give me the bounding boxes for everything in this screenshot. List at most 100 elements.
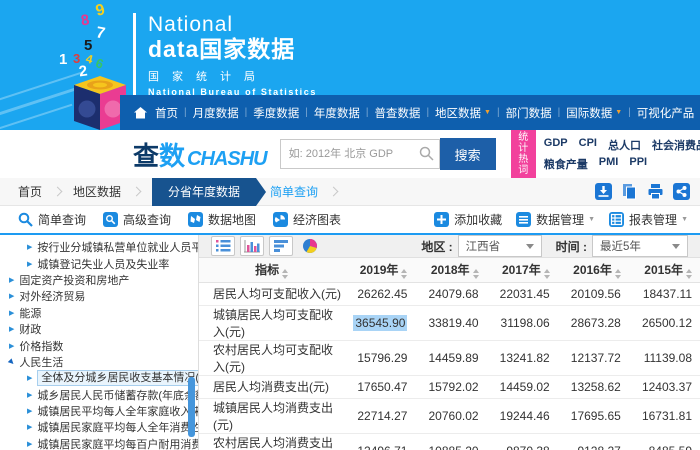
indicator-cell: 城镇居民人均可支配收入(元) (199, 305, 344, 340)
report-management-label: 报表管理 (629, 211, 677, 228)
tree-item[interactable]: ▶城镇居民家庭平均每人全年消费性支出 (0, 419, 198, 435)
expand-arrow-icon: ▶ (27, 423, 32, 431)
region-select[interactable]: 江西省 (458, 235, 542, 257)
hot-badge-line1: 统计 (514, 132, 533, 154)
download-icon[interactable] (595, 183, 612, 200)
time-select[interactable]: 最近5年 (592, 235, 688, 257)
print-icon[interactable] (647, 183, 664, 200)
tree-item[interactable]: ▶城镇登记失业人员及失业率 (0, 255, 198, 271)
toolbar-right-group: 添加收藏 数据管理 ▼ 报表管理 ▼ (420, 211, 688, 228)
nav-item-monthly[interactable]: 月度数据 (189, 105, 243, 121)
nav-separator: | (243, 107, 250, 118)
tree-item[interactable]: ▶城乡居民人民币储蓄存款(年底余额) (0, 387, 198, 403)
nav-item-quarterly[interactable]: 季度数据 (249, 105, 303, 121)
column-header-2017[interactable]: 2017年 (487, 258, 558, 282)
site-header: 9 8 7 5 3 4 6 1 2 National data国家数据 国家统计… (0, 0, 700, 130)
bar-chart-view-button[interactable] (240, 236, 264, 256)
tree-item-label: 对外经济贸易 (19, 288, 85, 304)
brand-title-main: data国家数据 (148, 36, 317, 62)
sort-icon (615, 269, 621, 279)
column-header-label: 指标 (255, 263, 279, 277)
h-bar-view-button[interactable] (269, 236, 293, 256)
report-management-button[interactable]: 报表管理 ▼ (609, 211, 688, 228)
logo-digit: 1 (59, 52, 67, 67)
tree-item[interactable]: ▶固定资产投资和房地产 (0, 272, 198, 288)
breadcrumb-actions (595, 183, 690, 200)
breadcrumb-active-tab[interactable]: 分省年度数据 (152, 178, 256, 206)
chart-icon (273, 212, 288, 227)
list-view-button[interactable] (211, 236, 235, 256)
hot-word-gdp[interactable]: GDP (544, 137, 568, 153)
site-brand: National data国家数据 国家统计局 National Bureau … (133, 13, 317, 97)
hot-word-cpi[interactable]: CPI (579, 137, 597, 153)
column-header-2019[interactable]: 2019年 (344, 258, 415, 282)
column-header-indicator[interactable]: 指标 (199, 258, 344, 282)
chashu-logo: 查 数 CHASHU (133, 136, 267, 173)
value-cell: 20760.02 (415, 398, 486, 433)
tree-item[interactable]: ▶城镇居民平均每人全年家庭收入来源 (0, 403, 198, 419)
search-bar-row: 查 数 CHASHU 搜索 统计 热词 GDP CPI 总人口 社会消费品零售总… (0, 130, 700, 178)
filters: 地区 : 江西省 时间 : 最近5年 (421, 235, 688, 257)
tree-item[interactable]: ▶城镇居民家庭平均每百户耐用消费品拥有量 (0, 436, 198, 450)
search-input[interactable] (280, 139, 440, 169)
sort-icon (544, 269, 550, 279)
hot-word-pmi[interactable]: PMI (599, 156, 619, 172)
data-map-label: 数据地图 (208, 211, 256, 228)
tree-item-expanded[interactable]: ▶人民生活 (0, 354, 198, 370)
simple-query-button[interactable]: 简单查询 (18, 211, 86, 228)
nav-item-visualization[interactable]: 可视化产品 (633, 105, 699, 121)
column-header-2016[interactable]: 2016年 (558, 258, 629, 282)
sidebar-scrollbar[interactable] (188, 377, 195, 437)
table-row: 居民人均可支配收入(元) 26262.45 24079.68 22031.45 … (199, 282, 700, 305)
economic-chart-label: 经济图表 (293, 211, 341, 228)
breadcrumb-home[interactable]: 首页 (18, 183, 42, 200)
chevron-right-icon (53, 187, 63, 197)
nav-item-regional[interactable]: 地区数据▼ (431, 105, 495, 121)
tree-item[interactable]: ▶价格指数 (0, 337, 198, 353)
hot-words-block: 统计 热词 GDP CPI 总人口 社会消费品零售总额 粮食产量 PMI PPI (511, 130, 700, 178)
expand-arrow-icon: ▶ (9, 309, 14, 317)
tree-item-label: 人民生活 (19, 354, 63, 370)
tree-item[interactable]: ▶对外经济贸易 (0, 288, 198, 304)
nav-item-annual[interactable]: 年度数据 (310, 105, 364, 121)
economic-chart-button[interactable]: 经济图表 (273, 211, 341, 228)
nav-item-census[interactable]: 普查数据 (370, 105, 424, 121)
hot-word-grain[interactable]: 粮食产量 (544, 156, 588, 172)
advanced-query-button[interactable]: 高级查询 (103, 211, 171, 228)
search-icon (419, 146, 434, 161)
hot-word-population[interactable]: 总人口 (608, 137, 641, 153)
nav-item-international[interactable]: 国际数据▼ (562, 105, 626, 121)
tree-item[interactable]: ▶按行业分城镇私营单位就业人员平均工资 (0, 239, 198, 255)
data-management-button[interactable]: 数据管理 ▼ (516, 211, 595, 228)
table-row: 居民人均消费支出(元) 17650.47 15792.02 14459.02 1… (199, 375, 700, 398)
tree-item[interactable]: ▶能源 (0, 305, 198, 321)
hot-word-ppi[interactable]: PPI (629, 156, 647, 172)
copy-icon[interactable] (621, 183, 638, 200)
logo-cube-art: 9 8 7 5 3 4 6 1 2 (0, 0, 130, 130)
home-icon (134, 107, 147, 119)
expand-arrow-icon: ▶ (27, 260, 32, 268)
nav-item-home[interactable]: 首页 (151, 105, 182, 121)
nav-item-department[interactable]: 部门数据 (502, 105, 556, 121)
tree-item-selected[interactable]: ▶全体及分城乡居民收支基本情况(新口径) (0, 370, 198, 386)
share-icon[interactable] (673, 183, 690, 200)
add-favorite-button[interactable]: 添加收藏 (434, 211, 502, 228)
chevron-down-icon: ▼ (588, 216, 595, 223)
logo-digit: 8 (80, 12, 90, 28)
search-button[interactable]: 搜索 (440, 138, 496, 170)
column-header-2015[interactable]: 2015年 (629, 258, 700, 282)
pie-chart-view-button[interactable] (298, 236, 322, 256)
breadcrumb-simple-query[interactable]: 简单查询 (270, 183, 318, 200)
breadcrumb-regional-data[interactable]: 地区数据 (73, 183, 121, 200)
chevron-down-icon: ▼ (615, 109, 622, 116)
value-cell: 13241.82 (487, 340, 558, 375)
chevron-down-icon (526, 244, 534, 249)
value-cell: 13258.62 (558, 375, 629, 398)
column-header-2018[interactable]: 2018年 (415, 258, 486, 282)
data-map-button[interactable]: 数据地图 (188, 211, 256, 228)
hot-word-retail[interactable]: 社会消费品零售总额 (652, 137, 700, 153)
tree-item[interactable]: ▶财政 (0, 321, 198, 337)
value-cell: 11139.08 (629, 340, 700, 375)
content-area: ▶按行业分城镇私营单位就业人员平均工资 ▶城镇登记失业人员及失业率 ▶固定资产投… (0, 235, 700, 450)
nav-separator: | (626, 107, 633, 118)
